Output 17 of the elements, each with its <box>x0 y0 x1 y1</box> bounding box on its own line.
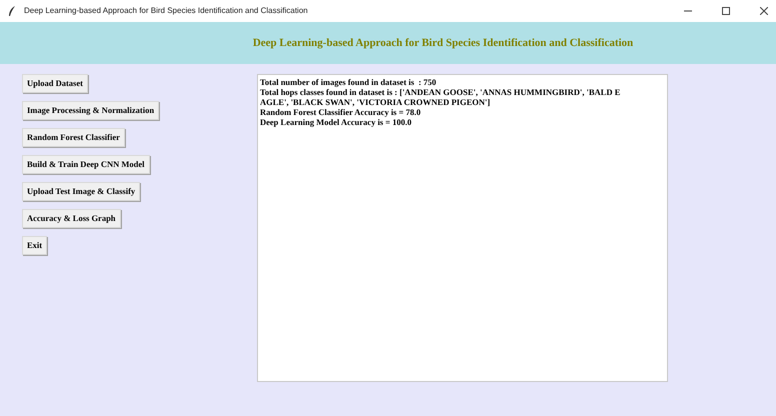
output-line: Total hops classes found in dataset is : ['ANDEAN GOOSE', 'ANNAS HUMMINGBIRD', 'BALD E <box>260 87 622 97</box>
output-line: AGLE', 'BLACK SWAN', 'VICTORIA CROWNED PIGEON'] <box>260 97 492 107</box>
output-line: Deep Learning Model Accuracy is = 100.0 <box>260 117 412 127</box>
app-title: Deep Learning-based Approach for Bird Species Identification and Classification <box>252 36 634 51</box>
maximize-icon[interactable] <box>722 7 730 15</box>
output-line: Total number of images found in dataset is : 750 <box>260 77 438 87</box>
action-button[interactable]: Random Forest Classifier <box>22 128 125 147</box>
close-icon[interactable] <box>760 7 768 15</box>
output-line: Random Forest Classifier Accuracy is = 78.0 <box>260 107 422 117</box>
action-button[interactable]: Accuracy & Loss Graph <box>22 209 121 228</box>
action-button[interactable]: Upload Dataset <box>22 74 88 93</box>
action-button[interactable]: Build & Train Deep CNN Model <box>22 155 150 174</box>
feather-icon <box>8 6 16 16</box>
action-button[interactable]: Exit <box>22 236 48 255</box>
action-button[interactable]: Image Processing & Normalization <box>22 101 160 120</box>
action-button[interactable]: Upload Test Image & Classify <box>22 182 140 201</box>
window-title: Deep Learning-based Approach for Bird Species Identification and Classification <box>24 5 309 17</box>
